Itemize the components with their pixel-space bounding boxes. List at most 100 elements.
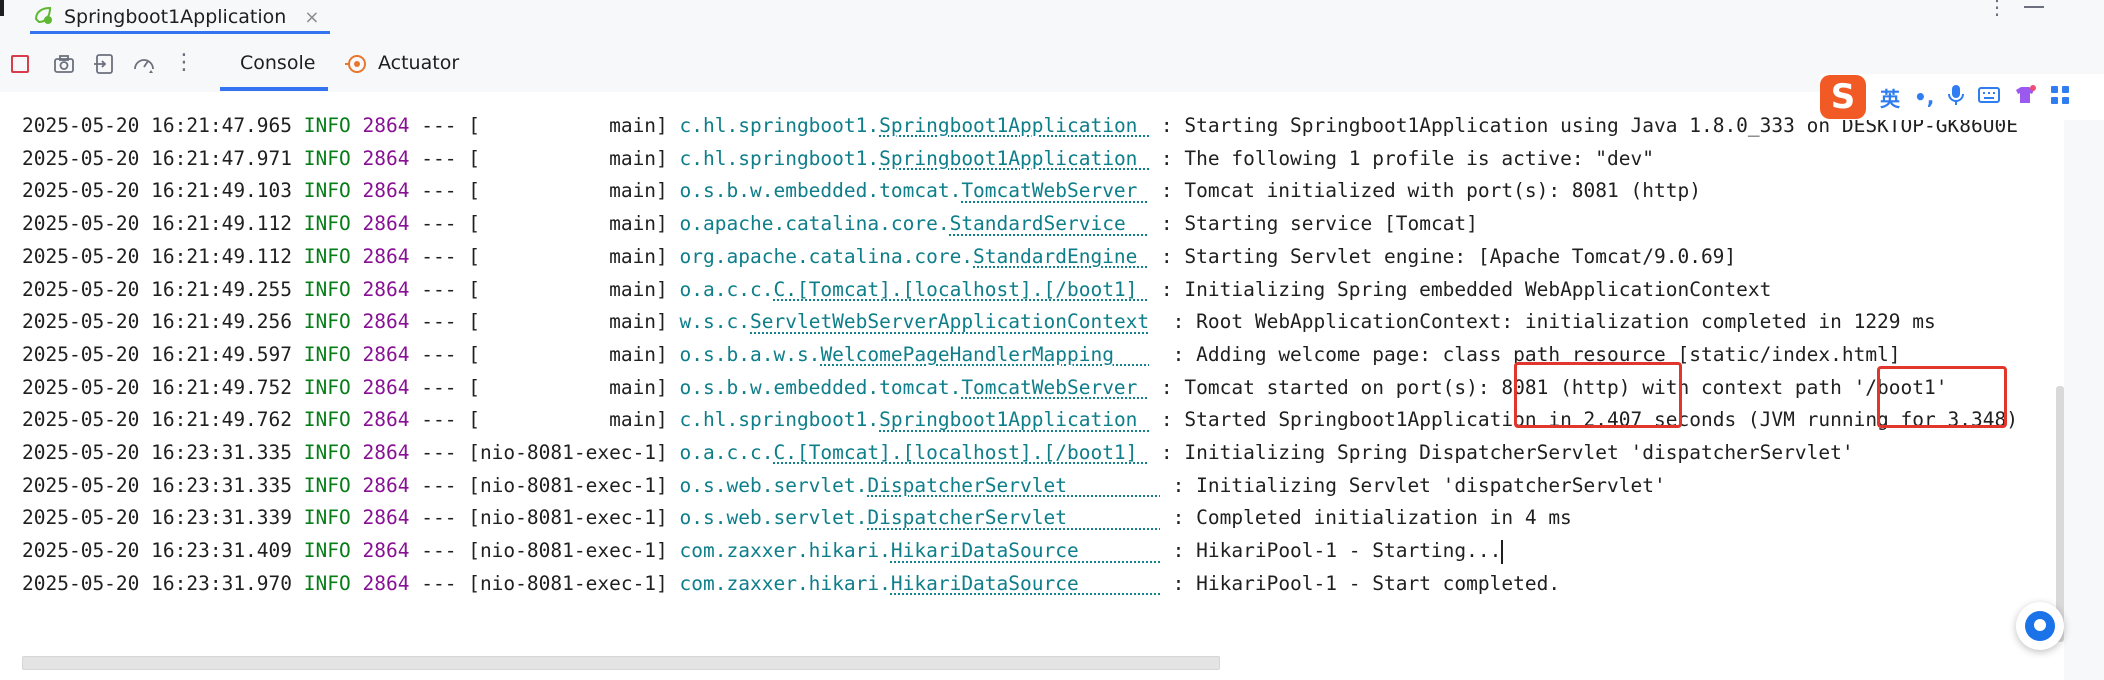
log-pkg: o.apache.catalina.core. — [679, 212, 950, 236]
log-pkg: c.hl.springboot1. — [679, 408, 880, 432]
console-output[interactable]: 2025-05-20 16:21:47.965 INFO 2864 --- [ … — [0, 92, 2064, 660]
profiler-gauge-icon[interactable] — [132, 52, 156, 76]
console-line[interactable]: 2025-05-20 16:21:49.112 INFO 2864 --- [ … — [22, 208, 1478, 240]
console-line[interactable]: 2025-05-20 16:21:49.762 INFO 2864 --- [ … — [22, 404, 2018, 436]
more-options-icon[interactable]: ⋮ — [1987, 0, 2007, 20]
log-pid: 2864 — [362, 179, 410, 203]
log-pkg: com.zaxxer.hikari. — [679, 539, 891, 563]
log-cls[interactable]: DispatcherServlet — [867, 474, 1161, 497]
log-pid: 2864 — [362, 342, 410, 366]
log-cls[interactable]: C.[Tomcat].[localhost].[/boot1] — [773, 441, 1149, 464]
log-cls[interactable]: Springboot1Application — [879, 408, 1149, 431]
log-thread: [ main] — [468, 244, 668, 268]
log-cls[interactable]: TomcatWebServer — [961, 376, 1149, 399]
log-ts: 2025-05-20 16:21:49.256 — [22, 310, 293, 334]
log-sep: --- — [421, 539, 457, 563]
chat-bubble-icon — [2025, 611, 2055, 641]
log-cls[interactable]: C.[Tomcat].[localhost].[/boot1] — [773, 278, 1149, 301]
log-level: INFO — [303, 114, 351, 137]
log-msg: : Tomcat initialized with port(s): 8081 … — [1160, 179, 1701, 203]
ime-punctuation-icon[interactable]: •, — [1914, 85, 1934, 109]
toolbar-more-icon[interactable]: ⋮ — [172, 50, 196, 75]
log-ts: 2025-05-20 16:21:49.752 — [22, 375, 293, 399]
console-line[interactable]: 2025-05-20 16:21:49.112 INFO 2864 --- [ … — [22, 241, 1736, 273]
assistant-chat-button[interactable] — [2016, 602, 2064, 650]
console-line[interactable]: 2025-05-20 16:21:49.255 INFO 2864 --- [ … — [22, 274, 1771, 306]
log-sep: --- — [421, 571, 457, 595]
run-tab-bar: Springboot1Application × ⋮ — [0, 0, 2104, 34]
log-pid: 2864 — [362, 506, 410, 530]
log-pid: 2864 — [362, 277, 410, 301]
log-pkg: w.s.c. — [679, 310, 750, 334]
close-tab-icon[interactable]: × — [304, 7, 319, 28]
camera-icon[interactable] — [52, 52, 76, 76]
vertical-scrollbar-thumb[interactable] — [2056, 386, 2064, 642]
log-level: INFO — [303, 571, 351, 595]
log-sep: --- — [421, 375, 457, 399]
log-msg: : Starting service [Tomcat] — [1160, 212, 1478, 236]
console-line[interactable]: 2025-05-20 16:23:31.339 INFO 2864 --- [n… — [22, 502, 1572, 534]
horizontal-scrollbar-thumb[interactable] — [22, 656, 1220, 670]
log-level: INFO — [303, 473, 351, 497]
log-pkg: o.s.b.w.embedded.tomcat. — [679, 375, 962, 399]
log-level: INFO — [303, 244, 351, 268]
log-cls[interactable]: Springboot1Application — [879, 147, 1149, 170]
log-ts: 2025-05-20 16:23:31.339 — [22, 506, 293, 530]
log-sep: --- — [421, 212, 457, 236]
actuator-icon — [344, 52, 368, 80]
log-pkg: c.hl.springboot1. — [679, 114, 880, 137]
console-line[interactable]: 2025-05-20 16:23:31.409 INFO 2864 --- [n… — [22, 535, 1504, 567]
log-cls[interactable]: DispatcherServlet — [867, 506, 1161, 529]
log-cls[interactable]: HikariDataSource — [891, 539, 1161, 562]
tab-console-active-indicator — [220, 87, 328, 91]
ime-apps-grid-icon[interactable] — [2050, 85, 2070, 110]
log-sep: --- — [421, 310, 457, 334]
log-level: INFO — [303, 310, 351, 334]
log-msg: : Initializing Servlet 'dispatcherServle… — [1172, 473, 1666, 497]
console-line[interactable]: 2025-05-20 16:23:31.335 INFO 2864 --- [n… — [22, 437, 1854, 469]
log-cls[interactable]: HikariDataSource — [891, 572, 1161, 595]
console-line[interactable]: 2025-05-20 16:21:47.965 INFO 2864 --- [ … — [22, 110, 2018, 142]
log-cls[interactable]: StandardService — [950, 212, 1150, 235]
log-level: INFO — [303, 375, 351, 399]
log-ts: 2025-05-20 16:21:49.112 — [22, 212, 293, 236]
import-log-icon[interactable] — [92, 52, 116, 76]
log-cls[interactable]: StandardEngine — [973, 245, 1149, 268]
log-ts: 2025-05-20 16:21:47.965 — [22, 114, 293, 137]
log-cls[interactable]: ServletWebServerApplicationContext — [750, 310, 1149, 333]
console-line[interactable]: 2025-05-20 16:21:49.256 INFO 2864 --- [ … — [22, 306, 1936, 338]
tab-console-label: Console — [240, 52, 316, 74]
log-sep: --- — [421, 342, 457, 366]
annotation-port-highlight — [1514, 362, 1682, 428]
log-pid: 2864 — [362, 114, 410, 137]
minimize-icon[interactable] — [2024, 6, 2044, 8]
ime-logo-icon[interactable]: S — [1820, 75, 1866, 119]
log-cls[interactable]: TomcatWebServer — [961, 179, 1149, 202]
log-thread: [ main] — [468, 375, 668, 399]
log-thread: [nio-8081-exec-1] — [468, 473, 668, 497]
console-line[interactable]: 2025-05-20 16:21:47.971 INFO 2864 --- [ … — [22, 143, 1654, 175]
stop-icon[interactable] — [8, 52, 32, 76]
log-thread: [ main] — [468, 408, 668, 432]
ime-toolbar[interactable]: S 英 •, — [1820, 74, 2104, 120]
log-level: INFO — [303, 506, 351, 530]
log-ts: 2025-05-20 16:23:31.409 — [22, 539, 293, 563]
log-pkg: com.zaxxer.hikari. — [679, 571, 891, 595]
log-ts: 2025-05-20 16:23:31.335 — [22, 473, 293, 497]
log-thread: [nio-8081-exec-1] — [468, 539, 668, 563]
console-line[interactable]: 2025-05-20 16:23:31.970 INFO 2864 --- [n… — [22, 568, 1560, 600]
log-pkg: o.a.c.c. — [679, 277, 774, 301]
ime-microphone-icon[interactable] — [1948, 84, 1965, 111]
log-level: INFO — [303, 408, 351, 432]
log-pid: 2864 — [362, 146, 410, 170]
console-line[interactable]: 2025-05-20 16:23:31.335 INFO 2864 --- [n… — [22, 470, 1666, 502]
ime-keyboard-icon[interactable] — [1978, 85, 2001, 109]
ime-language-toggle[interactable]: 英 — [1880, 83, 1900, 112]
log-cls[interactable]: WelcomePageHandlerMapping — [820, 343, 1149, 366]
log-cls[interactable]: Springboot1Application — [879, 114, 1149, 137]
log-msg: : Completed initialization in 4 ms — [1172, 506, 1572, 530]
log-thread: [ main] — [468, 277, 668, 301]
run-tab-springboot1application[interactable]: Springboot1Application × — [32, 0, 319, 34]
console-line[interactable]: 2025-05-20 16:21:49.103 INFO 2864 --- [ … — [22, 175, 1701, 207]
ime-skin-icon[interactable] — [2014, 84, 2037, 110]
